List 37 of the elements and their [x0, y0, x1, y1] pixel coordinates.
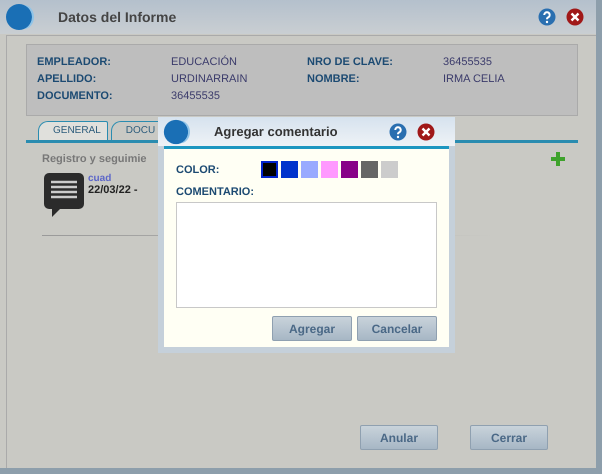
comment-field[interactable] — [176, 202, 437, 308]
close-icon[interactable] — [417, 122, 435, 140]
help-icon[interactable] — [389, 122, 407, 140]
color-swatch[interactable] — [281, 161, 298, 178]
tab[interactable]: GENERAL — [38, 121, 108, 140]
help-icon[interactable] — [538, 8, 556, 26]
comment-label: COMENTARIO: — [176, 186, 256, 198]
field-value: EDUCACIÓN — [171, 55, 238, 69]
field-label: APELLIDO: — [37, 72, 98, 86]
color-swatch[interactable] — [321, 161, 338, 178]
logo-icon — [162, 118, 190, 146]
comment-author: cuad — [88, 173, 112, 184]
color-swatch[interactable] — [341, 161, 358, 178]
dialog-button[interactable]: Cerrar — [470, 425, 548, 450]
dialog-title: Agregar comentario — [214, 124, 339, 139]
color-swatch[interactable] — [301, 161, 318, 178]
comment-date: 22/03/22 - — [88, 184, 138, 196]
field-label: DOCUMENTO: — [37, 89, 114, 103]
speech-bubble-icon — [44, 173, 84, 217]
section-title: Registro y seguimie — [42, 153, 147, 165]
logo-icon — [4, 2, 34, 32]
dialog-button[interactable]: Agregar — [272, 316, 352, 341]
field-label: EMPLEADOR: — [37, 55, 112, 69]
field-label: NRO DE CLAVE: — [307, 55, 394, 69]
field-label: NOMBRE: — [307, 72, 361, 86]
color-swatch[interactable] — [381, 161, 398, 178]
window-title: Datos del Informe — [58, 9, 178, 25]
color-swatch[interactable] — [361, 161, 378, 178]
dialog-button[interactable]: Cancelar — [357, 316, 437, 341]
close-icon[interactable] — [566, 8, 584, 26]
field-value: 36455535 — [443, 55, 493, 69]
field-value: 36455535 — [171, 89, 221, 103]
color-label: COLOR: — [176, 164, 220, 176]
color-swatch[interactable] — [261, 161, 278, 178]
field-value: URDINARRAIN — [171, 72, 248, 86]
dialog-button[interactable]: Anular — [360, 425, 438, 450]
field-value: IRMA CELIA — [443, 72, 506, 86]
